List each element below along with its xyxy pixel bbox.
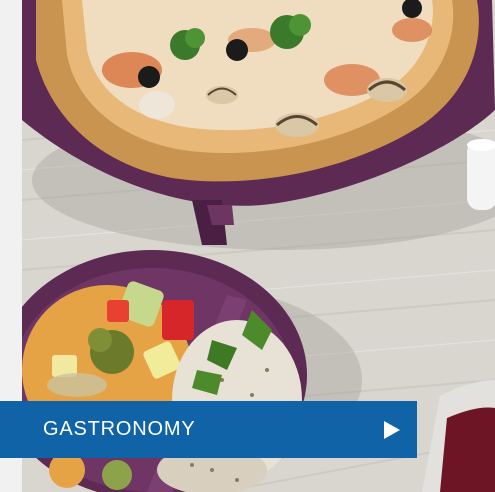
- gastronomy-card[interactable]: GASTRONOMY: [0, 0, 495, 492]
- banner-label: GASTRONOMY: [43, 418, 196, 440]
- play-arrow-icon: [384, 420, 400, 439]
- gastronomy-banner[interactable]: GASTRONOMY: [0, 401, 417, 458]
